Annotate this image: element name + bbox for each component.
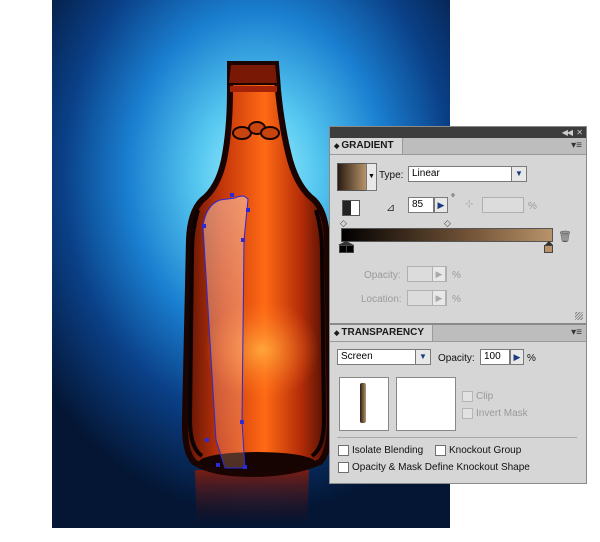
transparency-opacity-stepper[interactable]: ▶ (510, 349, 524, 365)
stop-opacity-input[interactable]: ▶ (407, 266, 447, 282)
tab-transparency-label: TRANSPARENCY (341, 327, 424, 338)
object-thumbnail[interactable] (339, 377, 389, 431)
trash-icon[interactable]: 🗑 (558, 230, 572, 243)
location-label: Location: (361, 294, 402, 305)
angle-icon: ⊿ (386, 202, 396, 214)
transparency-panel: ◆ TRANSPARENCY ▾≡ Screen ▼ Opacity: 100 ▶… (329, 324, 587, 484)
collapse-icon[interactable]: ◀◀ (562, 127, 573, 138)
gradient-panel: ◀◀ ✕ ◆ GRADIENT ▾≡ ▼ Type: Linear ▼ ⊿ 85 … (329, 126, 587, 324)
transparency-opacity-label: Opacity: (438, 353, 475, 364)
transparency-opacity-input[interactable]: 100 (480, 349, 510, 365)
isolate-blending-checkbox[interactable] (338, 445, 349, 456)
stop-opacity-stepper[interactable]: ▶ (432, 266, 446, 282)
tab-expand-icon: ◆ (334, 330, 340, 337)
tab-gradient[interactable]: ◆ GRADIENT (330, 138, 403, 154)
reverse-gradient-icon[interactable] (342, 200, 360, 216)
panel-menu-icon[interactable]: ▾≡ (571, 328, 582, 338)
type-label: Type: (379, 170, 404, 181)
opacity-mask-knockout-checkbox[interactable] (338, 462, 349, 473)
gradient-stop-end[interactable] (544, 241, 554, 253)
transparency-opacity-unit: % (527, 353, 536, 364)
type-select[interactable]: Linear ▼ (408, 166, 527, 182)
panel-menu-icon[interactable]: ▾≡ (571, 141, 582, 151)
gradient-stop-start[interactable] (338, 241, 354, 253)
tab-transparency[interactable]: ◆ TRANSPARENCY (330, 325, 433, 341)
angle-value: 85 (412, 199, 424, 210)
tab-expand-icon: ◆ (334, 143, 340, 150)
clip-checkbox[interactable] (462, 391, 473, 402)
chevron-down-icon[interactable]: ▼ (415, 350, 430, 364)
opacity-mask-knockout-label: Opacity & Mask Define Knockout Shape (352, 462, 530, 473)
bottle-bottom (199, 452, 315, 472)
isolate-blending-label: Isolate Blending (352, 445, 424, 456)
location-stepper[interactable]: ▶ (432, 290, 446, 306)
aspect-unit: % (528, 201, 537, 212)
resize-grip-icon[interactable] (575, 312, 583, 320)
blend-mode-select[interactable]: Screen ▼ (337, 349, 431, 365)
transparency-opacity-value: 100 (484, 351, 501, 362)
gradient-swatch[interactable] (337, 163, 367, 191)
aspect-ratio-icon: ⊹ (465, 199, 474, 210)
knockout-group-label: Knockout Group (449, 445, 522, 456)
transparency-tab-row: ◆ TRANSPARENCY ▾≡ (330, 325, 586, 342)
close-icon[interactable]: ✕ (576, 127, 583, 138)
thumbnail-shape (360, 383, 366, 423)
angle-stepper-button[interactable]: ▶ (434, 197, 448, 213)
panel-titlebar[interactable]: ◀◀ ✕ (330, 127, 586, 138)
location-input[interactable]: ▶ (407, 290, 447, 306)
stop-opacity-label: Opacity: (364, 270, 401, 281)
stop-opacity-unit: % (452, 270, 461, 281)
bottle-reflection (195, 470, 309, 528)
gradient-tab-row: ◆ GRADIENT ▾≡ (330, 138, 586, 155)
type-select-value: Linear (412, 168, 440, 179)
knockout-group-checkbox[interactable] (435, 445, 446, 456)
gradient-slider[interactable] (341, 228, 553, 242)
location-unit: % (452, 294, 461, 305)
swatch-dropdown-button[interactable]: ▼ (366, 163, 377, 191)
mask-thumbnail[interactable] (396, 377, 456, 431)
divider (337, 437, 577, 438)
tab-gradient-label: GRADIENT (341, 140, 394, 151)
invert-mask-checkbox[interactable] (462, 408, 473, 419)
angle-input[interactable]: 85 (408, 197, 434, 213)
bottle-cap (226, 63, 280, 85)
invert-mask-label: Invert Mask (476, 408, 528, 419)
angle-unit: ° (451, 193, 455, 204)
chevron-down-icon[interactable]: ▼ (511, 167, 526, 181)
blend-mode-value: Screen (341, 351, 373, 362)
aspect-ratio-input[interactable] (482, 197, 524, 213)
clip-label: Clip (476, 391, 494, 402)
